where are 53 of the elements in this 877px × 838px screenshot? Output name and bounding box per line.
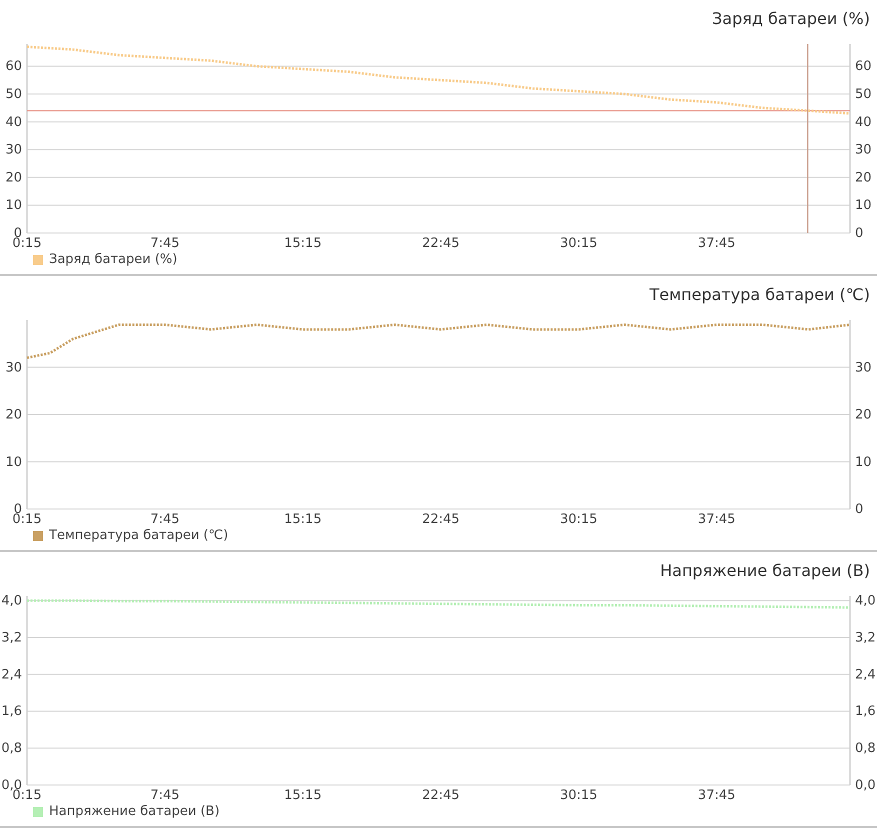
- axis-tick-label: 0: [855, 502, 864, 517]
- axis-tick-label: 20: [5, 170, 22, 186]
- axis-tick-label: 40: [855, 114, 872, 130]
- chart-title: Температура батареи (℃): [649, 284, 870, 306]
- axis-tick-label: 22:45: [422, 512, 460, 526]
- axis-tick-label: 3,2: [855, 630, 876, 646]
- chart-title: Напряжение батареи (В): [660, 560, 870, 582]
- axis-tick-label: 30:15: [560, 512, 598, 526]
- axis-tick-label: 0: [855, 226, 864, 241]
- axis-tick-label: 1,6: [855, 704, 876, 720]
- axis-tick-label: 10: [855, 198, 872, 214]
- axis-tick-label: 2,4: [1, 667, 22, 682]
- axis-tick-label: 7:45: [150, 236, 180, 250]
- legend-label: Напряжение батареи (В): [49, 803, 220, 821]
- axis-tick-label: 60: [855, 59, 872, 74]
- axis-tick-label: 7:45: [150, 512, 180, 526]
- axis-tick-label: 37:45: [698, 788, 736, 802]
- legend-label: Заряд батареи (%): [49, 251, 178, 269]
- axis-tick-label: 22:45: [422, 236, 460, 250]
- axis-tick-label: 30: [5, 142, 22, 158]
- axis-tick-label: 30: [855, 142, 872, 158]
- axis-tick-label: 10: [5, 454, 22, 470]
- axis-tick-label: 2,4: [855, 667, 876, 682]
- axis-tick-label: 20: [855, 170, 872, 186]
- axis-tick-label: 3,2: [1, 630, 22, 646]
- axis-tick-label: 15:15: [284, 788, 322, 802]
- axis-tick-label: 37:45: [698, 236, 736, 250]
- axis-tick-label: 30:15: [560, 788, 598, 802]
- axis-tick-label: 20: [5, 408, 22, 422]
- axis-tick-label: 15:15: [284, 512, 322, 526]
- axis-tick-label: 0,8: [1, 741, 22, 756]
- axis-tick-label: 50: [5, 87, 22, 102]
- axis-tick-label: 30:15: [560, 236, 598, 250]
- axis-tick-label: 30: [5, 360, 22, 376]
- axis-tick-label: 4,0: [855, 594, 876, 609]
- chart-title: Заряд батареи (%): [712, 8, 870, 30]
- axis-tick-label: 10: [855, 454, 872, 470]
- axis-tick-label: 10: [5, 198, 22, 214]
- axis-tick-label: 30: [855, 360, 872, 376]
- axis-tick-label: 0,0: [855, 778, 876, 793]
- legend-label: Температура батареи (℃): [49, 527, 228, 545]
- axis-tick-label: 22:45: [422, 788, 460, 802]
- axis-tick-label: 0:15: [12, 788, 42, 802]
- axis-tick-label: 60: [5, 59, 22, 74]
- axis-tick-label: 15:15: [284, 236, 322, 250]
- axis-tick-label: 50: [855, 87, 872, 102]
- axis-tick-label: 20: [855, 408, 872, 422]
- axis-tick-label: 40: [5, 114, 22, 130]
- axis-tick-label: 37:45: [698, 512, 736, 526]
- axis-tick-label: 4,0: [1, 594, 22, 609]
- axis-tick-label: 7:45: [150, 788, 180, 802]
- axis-tick-label: 0,8: [855, 741, 876, 756]
- axis-tick-label: 1,6: [1, 704, 22, 720]
